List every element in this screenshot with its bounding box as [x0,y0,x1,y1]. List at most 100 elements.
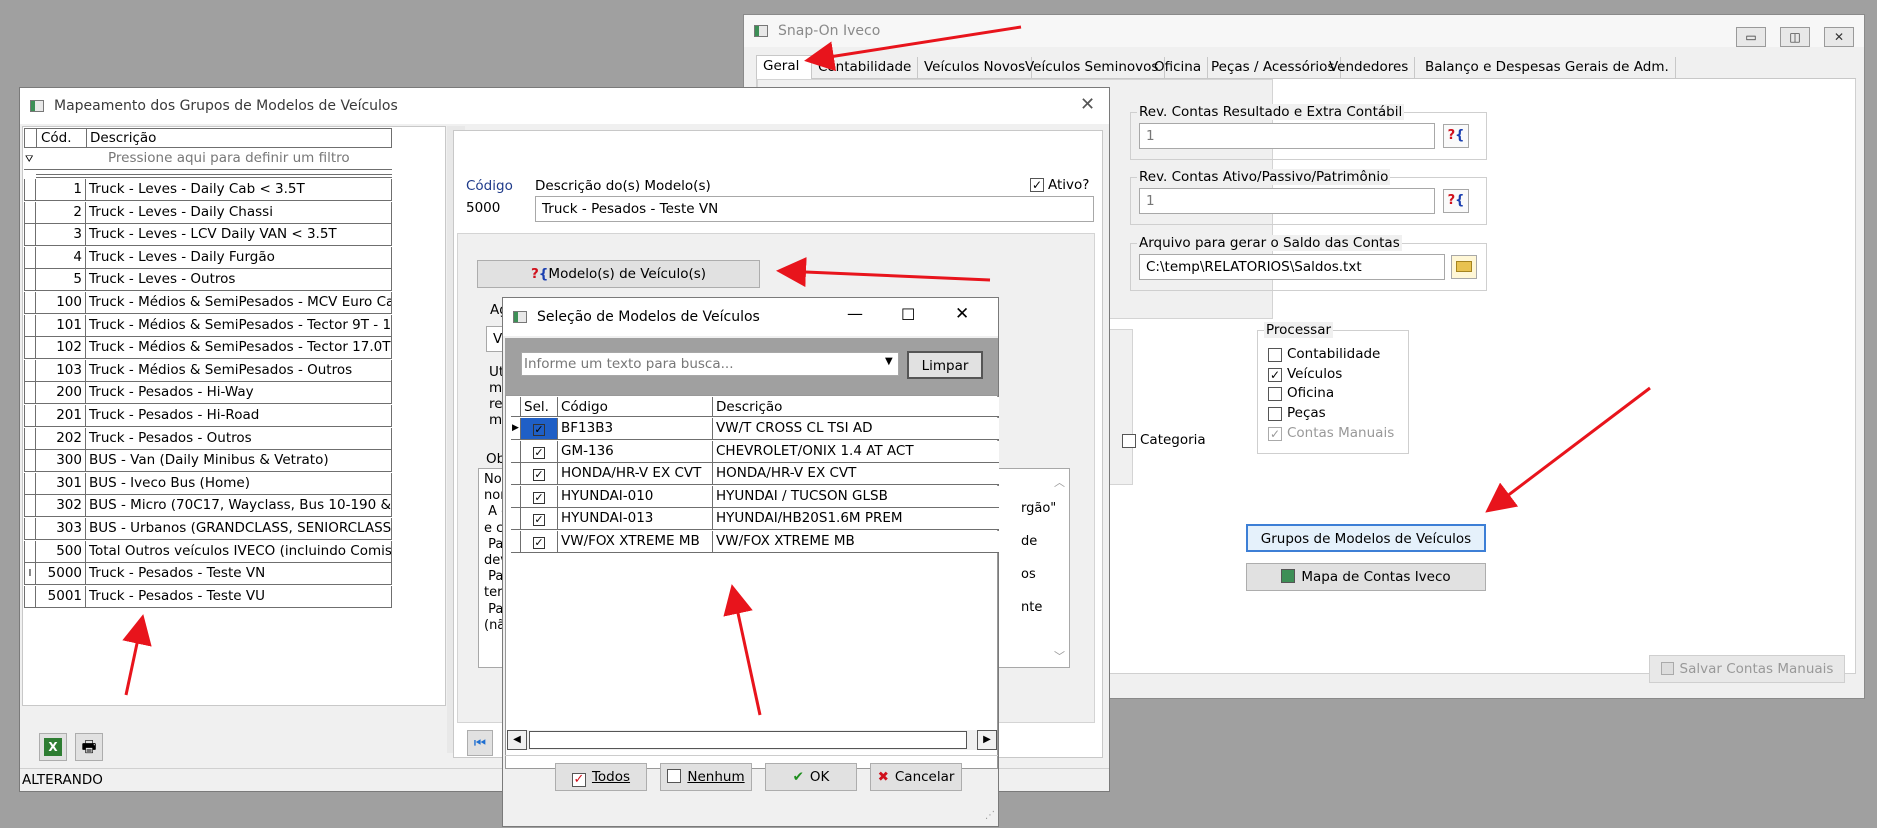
pecas-checkbox[interactable] [1268,407,1282,421]
table-row[interactable]: 100 Truck - Médios & SemiPesados - MCV Eu… [24,292,392,315]
tab-contabilidade[interactable]: Contabilidade [812,57,919,79]
row-indicator[interactable] [24,585,36,608]
row-indicator[interactable] [24,179,36,201]
checkbox-checked-icon[interactable]: ✓ [533,491,545,504]
row-indicator[interactable] [24,450,36,473]
row-indicator[interactable] [24,292,36,314]
modelos-veiculos-button[interactable]: ?{Modelo(s) de Veículo(s) [477,260,760,288]
categoria-checkbox[interactable] [1122,434,1136,448]
row-indicator[interactable] [24,269,36,292]
row-indicator[interactable]: ▶ [511,418,521,440]
select-cell[interactable]: ✓ [521,418,558,440]
select-cell[interactable]: ✓ [521,463,558,486]
table-row[interactable]: ▶ ✓ BF13B3 VW/T CROSS CL TSI AD [511,418,999,441]
close-button[interactable]: ✕ [1824,27,1854,47]
table-row[interactable]: 101 Truck - Médios & SemiPesados - Tector… [24,314,392,338]
row-indicator[interactable] [511,463,521,486]
select-cell[interactable]: ✓ [521,485,558,508]
dropdown-icon[interactable]: ▼ [885,356,893,367]
mapa-contas-button[interactable]: Mapa de Contas Iveco [1246,563,1486,591]
table-row[interactable]: 200 Truck - Pesados - Hi-Way [24,382,392,405]
resize-grip-icon[interactable]: ⋰ [985,810,995,821]
ativo-checkbox[interactable]: ✓ [1030,178,1044,192]
col-header-desc[interactable]: Descrição [90,130,156,146]
table-row[interactable]: ✓ HYUNDAI-013 HYUNDAI/HB20S1.6M PREM [511,508,999,531]
rev-ativo-lookup-button[interactable]: ?{ [1443,189,1469,213]
tab-vendedores[interactable]: Vendedores [1323,57,1416,79]
tab-balanco[interactable]: Balanço e Despesas Gerais de Adm. [1419,57,1676,79]
rev-resultado-lookup-button[interactable]: ?{ [1443,124,1469,148]
minimize-icon[interactable]: — [847,304,863,323]
todos-button[interactable]: ✓ Todos [555,763,647,791]
row-indicator[interactable] [24,314,36,337]
tab-veiculos-novos[interactable]: Veículos Novos [918,57,1033,79]
row-indicator[interactable] [511,485,521,508]
tab-pecas[interactable]: Peças / Acessórios [1205,57,1342,79]
nenhum-button[interactable]: Nenhum [660,763,752,791]
table-row[interactable]: ✓ VW/FOX XTREME MB VW/FOX XTREME MB [511,531,999,554]
table-row[interactable]: 500 Total Outros veículos IVECO (incluind… [24,540,392,564]
close-icon[interactable]: ✕ [955,304,969,324]
row-indicator[interactable] [24,472,36,495]
table-row[interactable]: I 5000 Truck - Pesados - Teste VN [24,563,392,586]
rev-resultado-input[interactable]: 1 [1139,123,1435,149]
scroll-thumb[interactable] [529,731,967,749]
minimize-button[interactable]: ▭ [1736,27,1766,47]
oficina-checkbox[interactable] [1268,387,1282,401]
close-icon[interactable]: ✕ [1080,94,1095,115]
table-row[interactable]: 301 BUS - Iveco Bus (Home) [24,472,392,496]
row-indicator[interactable] [24,427,36,450]
col-header-codigo[interactable]: Código [561,399,608,415]
checkbox-checked-icon[interactable]: ✓ [533,514,545,527]
limpar-button[interactable]: Limpar [907,351,983,379]
rev-ativo-input[interactable]: 1 [1139,188,1435,214]
row-indicator[interactable] [24,246,36,269]
checkbox-checked-icon[interactable]: ✓ [533,446,545,459]
table-row[interactable]: 103 Truck - Médios & SemiPesados - Outros [24,359,392,383]
table-row[interactable]: 202 Truck - Pesados - Outros [24,427,392,451]
row-indicator[interactable] [24,224,36,247]
row-indicator[interactable] [24,337,36,360]
table-row[interactable]: 303 BUS - Urbanos (GRANDCLASS, SENIORCLAS… [24,518,392,541]
row-indicator[interactable]: I [24,563,36,586]
scroll-up-icon[interactable]: ︿ [1054,474,1065,490]
row-indicator[interactable] [24,405,36,427]
filter-row[interactable]: ⛛ Pressione aqui para definir um filtro [24,148,392,170]
table-row[interactable]: 3 Truck - Leves - LCV Daily VAN < 3.5T [24,224,392,247]
selecao-titlebar[interactable]: Seleção de Modelos de Veículos — ☐ ✕ [503,298,998,336]
ok-button[interactable]: ✔ OK [765,763,857,791]
maximize-button[interactable]: ◫ [1780,27,1810,47]
table-row[interactable]: ✓ GM-136 CHEVROLET/ONIX 1.4 AT ACT [511,440,999,464]
table-row[interactable]: 2 Truck - Leves - Daily Chassi [24,201,392,225]
h-scrollbar[interactable]: ◀ ▶ [507,730,997,750]
table-row[interactable]: 5001 Truck - Pesados - Teste VU [24,585,392,609]
checkbox-checked-icon[interactable]: ✓ [533,537,545,549]
table-row[interactable]: 302 BUS - Micro (70C17, Wayclass, Bus 10-… [24,495,392,518]
folder-open-button[interactable] [1451,255,1477,279]
scroll-down-icon[interactable]: ﹀ [1054,648,1065,664]
table-row[interactable]: 5 Truck - Leves - Outros [24,269,392,292]
table-row[interactable]: 201 Truck - Pesados - Hi-Road [24,405,392,428]
table-row[interactable]: 1 Truck - Leves - Daily Cab < 3.5T [24,179,392,202]
table-row[interactable]: ✓ HYUNDAI-010 HYUNDAI / TUCSON GLSB [511,485,999,509]
scroll-right-button[interactable]: ▶ [977,730,997,750]
row-indicator[interactable] [24,382,36,405]
arquivo-input[interactable]: C:\temp\RELATORIOS\Saldos.txt [1139,254,1445,280]
checkbox-checked-icon[interactable]: ✓ [533,469,545,482]
table-row[interactable]: ✓ HONDA/HR-V EX CVT HONDA/HR-V EX CVT [511,463,999,486]
row-indicator[interactable] [24,359,36,382]
row-indicator[interactable] [511,440,521,463]
checkbox-checked-icon[interactable]: ✓ [533,424,545,436]
scroll-left-button[interactable]: ◀ [507,730,527,750]
desc-input[interactable]: Truck - Pesados - Teste VN [535,196,1094,222]
contabilidade-checkbox[interactable] [1268,348,1282,362]
row-indicator[interactable] [511,531,521,553]
select-cell[interactable]: ✓ [521,508,558,531]
select-cell[interactable]: ✓ [521,440,558,463]
row-indicator[interactable] [24,201,36,224]
print-button[interactable]: 🖶 [75,733,103,761]
veiculos-checkbox[interactable]: ✓ [1268,368,1282,382]
maximize-icon[interactable]: ☐ [901,305,915,324]
select-cell[interactable]: ✓ [521,531,558,553]
row-indicator[interactable] [24,540,36,563]
